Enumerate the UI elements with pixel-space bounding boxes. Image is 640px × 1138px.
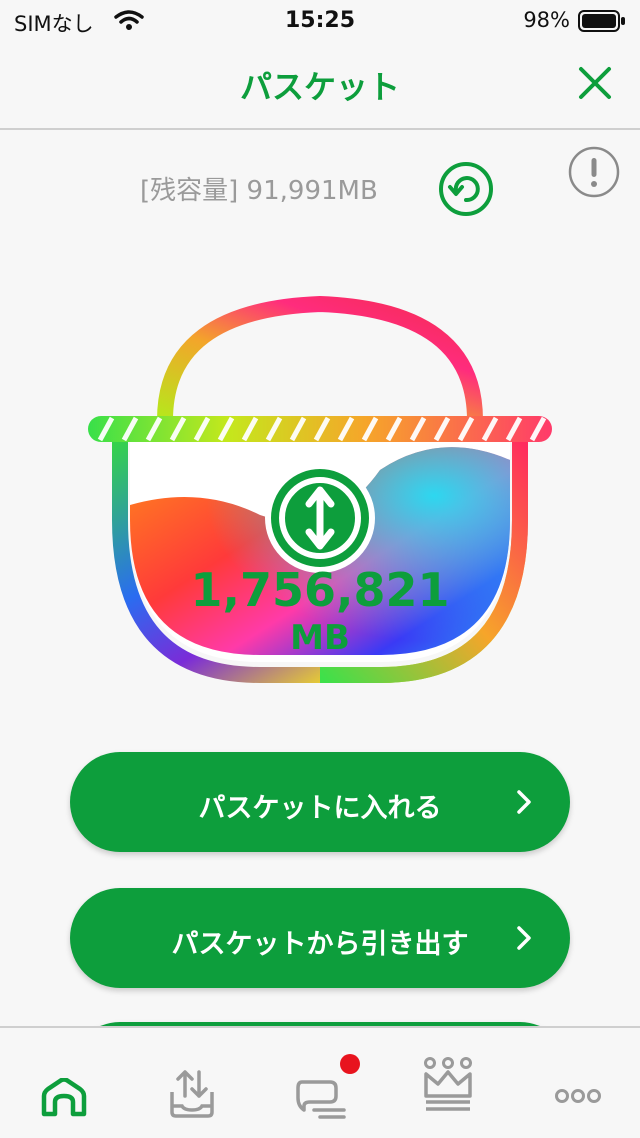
crown-icon [424,1057,472,1111]
home-icon [41,1078,87,1117]
chevron-right-icon [517,926,531,950]
deposit-button[interactable]: パスケットに入れる [70,752,570,852]
battery-percent: 98% [523,8,570,32]
status-bar: SIMなし 15:25 98% [0,0,640,44]
tab-bar [0,1026,640,1138]
chat-icon [296,1080,346,1119]
withdraw-button[interactable]: パスケットから引き出す [70,888,570,988]
navigation-bar: パスケット [0,44,640,130]
tab-premium[interactable] [384,1028,512,1138]
chevron-right-icon [517,790,531,814]
notification-badge [340,1054,360,1074]
withdraw-button-label: パスケットから引き出す [171,929,469,960]
refresh-icon[interactable] [438,161,494,217]
tab-transfer[interactable] [128,1028,256,1138]
tab-home[interactable] [0,1028,128,1138]
more-icon [555,1089,601,1103]
basket-unit: MB [290,618,350,658]
remaining-capacity: [残容量] 91,991MB [140,176,378,206]
info-icon[interactable] [568,146,620,198]
basket-amount: 1,756,821 [190,563,450,617]
tab-more[interactable] [512,1028,640,1138]
close-icon[interactable] [578,66,612,100]
tab-chat[interactable] [256,1028,384,1138]
tray-upload-download-icon [170,1070,214,1118]
page-title: パスケット [239,68,400,106]
deposit-button-label: パスケットに入れる [198,793,442,824]
battery-icon [578,10,625,32]
